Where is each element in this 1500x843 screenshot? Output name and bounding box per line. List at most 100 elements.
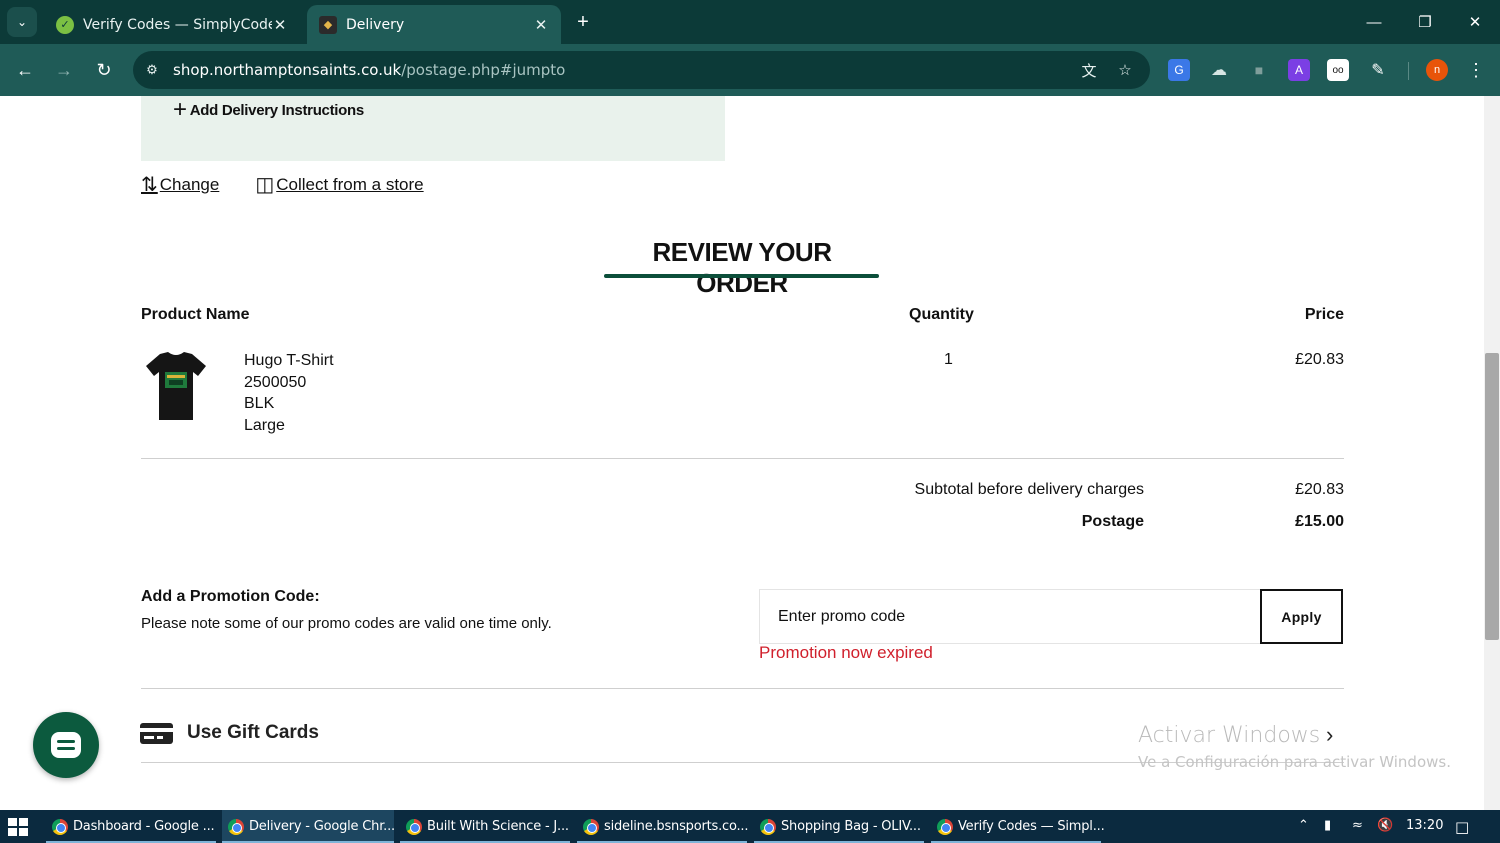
tab-label: Verify Codes — SimplyCodes (83, 16, 272, 33)
taskbar-item-label: sideline.bsnsports.co... (604, 819, 749, 834)
windows-activation-watermark-title: Activar Windows (1138, 723, 1321, 748)
windows-taskbar: Dashboard - Google ... Delivery - Google… (0, 810, 1500, 843)
tab-verify-codes[interactable]: ✓ Verify Codes — SimplyCodes ✕ (44, 5, 300, 44)
postage-value: £15.00 (1295, 513, 1344, 530)
subtotal-label: Subtotal before delivery charges (914, 481, 1144, 498)
close-tab-icon[interactable]: ✕ (533, 16, 549, 34)
reader-ext-icon[interactable]: oo (1327, 59, 1349, 81)
product-details: Hugo T-Shirt 2500050 BLK Large (244, 350, 334, 436)
address-bar[interactable]: ⚙ shop.northamptonsaints.co.uk/postage.p… (133, 51, 1150, 89)
taskbar-item-label: Dashboard - Google ... (73, 819, 215, 834)
taskbar-item-verify-codes[interactable]: Verify Codes — Simpl... (931, 810, 1105, 843)
bag-ext-icon[interactable]: ■ (1248, 59, 1270, 81)
taskbar-item-dashboard[interactable]: Dashboard - Google ... (46, 810, 216, 843)
promo-heading: Add a Promotion Code: (141, 588, 320, 605)
change-delivery-link[interactable]: ⇅ Change (141, 172, 219, 197)
url-text[interactable]: shop.northamptonsaints.co.uk/postage.php… (173, 61, 565, 79)
promo-note: Please note some of our promo codes are … (141, 615, 552, 632)
google-translate-ext-icon[interactable]: G (1168, 59, 1190, 81)
use-gift-cards-toggle[interactable]: Use Gift Cards (187, 722, 319, 744)
tab-delivery[interactable]: ◆ Delivery ✕ (307, 5, 561, 44)
taskbar-item-shopping-bag[interactable]: Shopping Bag - OLIV... (754, 810, 924, 843)
close-tab-icon[interactable]: ✕ (272, 16, 288, 34)
page-viewport: + Add Delivery Instructions ⇅ Change ◫ C… (0, 96, 1484, 810)
taskbar-item-built-with-science[interactable]: Built With Science - J... (400, 810, 570, 843)
column-header-price: Price (1304, 306, 1344, 323)
site-settings-icon[interactable]: ⚙ (143, 61, 161, 79)
tab-search-chevron-icon[interactable]: ⌄ (7, 7, 37, 37)
collect-link-label: Collect from a store (276, 174, 424, 194)
product-name[interactable]: Hugo T-Shirt (244, 350, 334, 372)
wifi-icon[interactable]: ≈ (1352, 818, 1363, 833)
clock[interactable]: 13:20 (1406, 818, 1443, 833)
simplycodes-favicon-icon: ✓ (56, 15, 74, 34)
product-code: 2500050 (244, 373, 307, 391)
apply-promo-button[interactable]: Apply (1260, 589, 1343, 644)
show-hidden-icons-chevron-icon[interactable]: ⌃ (1298, 818, 1309, 833)
chrome-icon (52, 818, 68, 835)
forward-arrow-icon[interactable]: → (50, 56, 78, 84)
star-icon[interactable]: ☆ (1115, 60, 1135, 80)
cloud-ext-icon[interactable]: ☁ (1208, 59, 1230, 81)
new-tab-plus-icon[interactable]: + (570, 9, 596, 35)
browser-tab-bar: ⌄ ✓ Verify Codes — SimplyCodes ✕ ◆ Deliv… (0, 0, 1500, 44)
column-header-quantity: Quantity (909, 306, 974, 323)
page-scrollbar-thumb[interactable] (1485, 353, 1499, 640)
promo-error-message: Promotion now expired (759, 643, 933, 662)
close-window-icon[interactable]: ✕ (1463, 10, 1487, 34)
chrome-icon (760, 818, 776, 835)
divider (141, 458, 1344, 459)
taskbar-item-label: Verify Codes — Simpl... (958, 819, 1105, 834)
taskbar-item-label: Shopping Bag - OLIV... (781, 819, 921, 834)
taskbar-item-label: Delivery - Google Chr... (249, 819, 395, 834)
add-delivery-instructions-label: Add Delivery Instructions (189, 101, 365, 119)
chrome-icon (583, 818, 599, 835)
volume-muted-icon[interactable]: 🔇 (1377, 818, 1393, 833)
translate-icon[interactable]: 文 (1079, 60, 1099, 80)
product-price: £20.83 (1295, 351, 1344, 368)
tshirt-product-image[interactable] (146, 352, 206, 422)
credit-card-icon (140, 723, 173, 744)
package-box-icon: ◫ (255, 174, 275, 196)
promo-code-input[interactable] (759, 589, 1261, 644)
delivery-address-panel: + Add Delivery Instructions (141, 96, 725, 161)
notifications-icon[interactable]: □ (1455, 818, 1469, 836)
letter-a-ext-icon[interactable]: A (1288, 59, 1310, 81)
chrome-icon (937, 818, 953, 835)
puzzle-icon[interactable]: ✎ (1367, 59, 1389, 81)
taskbar-item-sideline[interactable]: sideline.bsnsports.co... (577, 810, 749, 843)
collect-from-store-link[interactable]: ◫ Collect from a store (255, 172, 423, 197)
plus-icon: + (173, 96, 187, 123)
heading-underline (604, 274, 879, 278)
swap-arrows-icon: ⇅ (141, 174, 158, 196)
taskbar-item-label: Built With Science - J... (427, 819, 569, 834)
change-link-label: Change (159, 174, 220, 194)
postage-label: Postage (1081, 513, 1144, 530)
product-colour: BLK (244, 395, 275, 412)
reload-icon[interactable]: ↻ (90, 56, 118, 84)
column-header-product: Product Name (141, 306, 250, 323)
taskbar-item-delivery[interactable]: Delivery - Google Chr... (222, 810, 395, 843)
toolbar-divider (1408, 62, 1409, 80)
subtotal-value: £20.83 (1295, 481, 1344, 498)
windows-start-icon[interactable] (8, 818, 28, 836)
back-arrow-icon[interactable]: ← (11, 56, 39, 84)
divider (141, 688, 1344, 689)
kebab-menu-icon[interactable]: ⋮ (1465, 59, 1487, 81)
chrome-icon (406, 818, 422, 835)
chat-icon (51, 732, 81, 758)
windows-activation-watermark-text: Ve a Configuración para activar Windows. (1138, 753, 1451, 771)
product-quantity: 1 (944, 351, 953, 368)
restore-icon[interactable]: ❐ (1413, 10, 1437, 34)
chevron-right-icon[interactable]: › (1326, 722, 1333, 748)
chat-widget-button[interactable] (33, 712, 99, 778)
add-delivery-instructions-button[interactable]: + Add Delivery Instructions (173, 96, 365, 123)
profile-avatar[interactable]: n (1426, 59, 1448, 81)
chrome-icon (228, 818, 244, 835)
review-order-heading: REVIEW YOUR ORDER (652, 237, 832, 298)
browser-toolbar: ← → ↻ ⚙ shop.northamptonsaints.co.uk/pos… (0, 44, 1500, 96)
battery-icon[interactable]: ▮ (1324, 818, 1331, 833)
delivery-links: ⇅ Change ◫ Collect from a store (141, 172, 460, 197)
saints-crest-favicon-icon: ◆ (319, 15, 337, 34)
minimize-icon[interactable]: — (1362, 10, 1386, 34)
